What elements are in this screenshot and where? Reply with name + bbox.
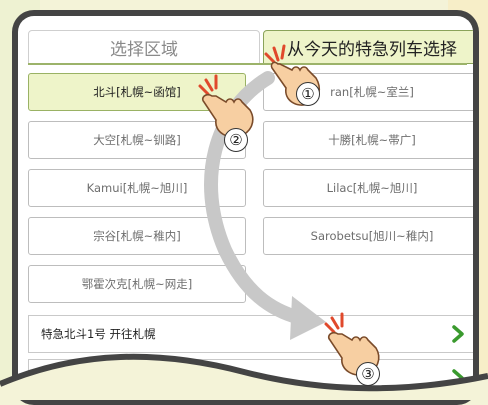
step-number-1: ①: [296, 82, 320, 106]
train-button-sarobetsu[interactable]: Sarobetsu[旭川~稚内]: [263, 217, 473, 255]
pointing-hand-icon: [198, 74, 254, 138]
train-button-tokachi[interactable]: 十勝[札幌~帯广]: [263, 121, 473, 159]
chevron-right-icon: [452, 325, 464, 343]
step-number-3: ③: [356, 362, 380, 386]
train-button-okhotsk[interactable]: 鄂霍次克[札幌~网走]: [28, 265, 246, 303]
list-item[interactable]: [28, 359, 473, 396]
list-item-label: 特急北斗1号 开往札幌: [41, 327, 156, 341]
chevron-right-icon: [452, 369, 464, 387]
train-button-kamui[interactable]: Kamui[札幌~旭川]: [28, 169, 246, 207]
tab-underline: [28, 63, 467, 65]
tab-select-region[interactable]: 选择区域: [28, 30, 260, 64]
train-button-soya[interactable]: 宗谷[札幌~稚内]: [28, 217, 246, 255]
list-item[interactable]: 特急北斗1号 开往札幌: [28, 315, 473, 353]
train-button-lilac[interactable]: Lilac[札幌~旭川]: [263, 169, 473, 207]
phone-frame: 选择区域 从今天的特急列车选择 北斗[札幌~函馆] ran[札幌~室兰] 大空[…: [12, 10, 479, 405]
step-number-2: ②: [224, 128, 248, 152]
